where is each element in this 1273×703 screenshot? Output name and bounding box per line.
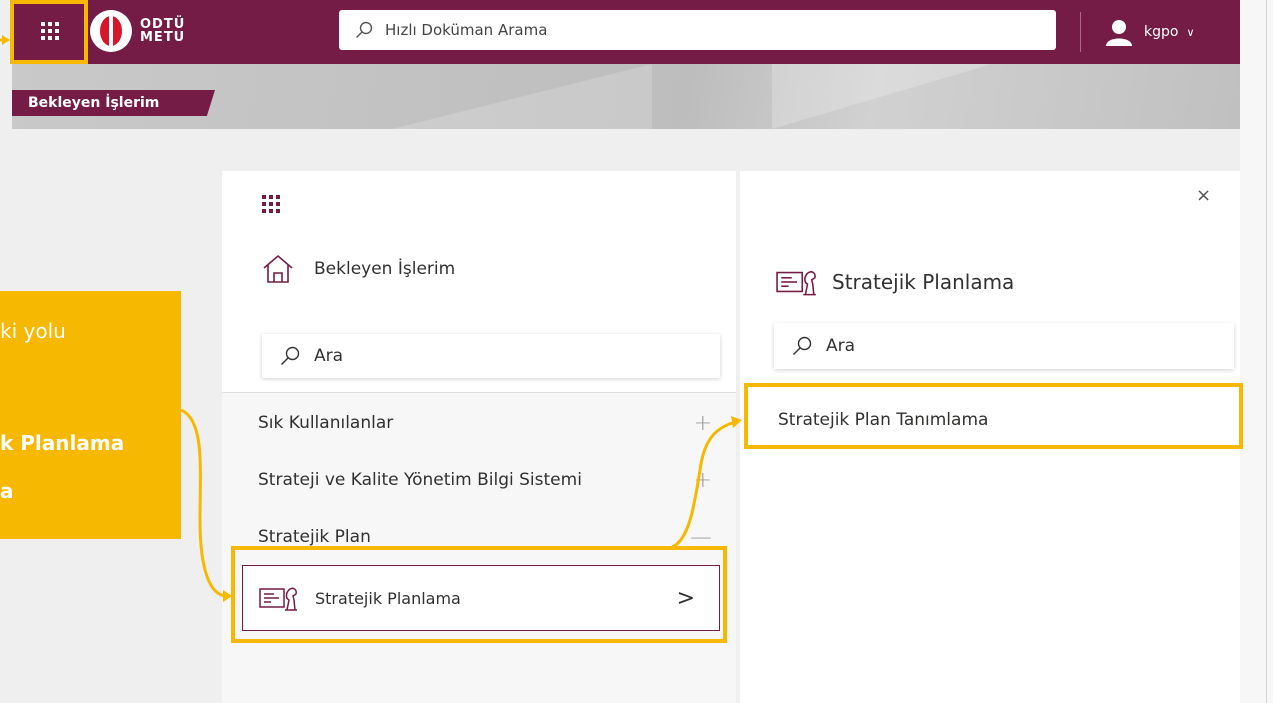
logo-emblem-icon [90,10,132,52]
banner-decoration [392,64,652,129]
user-menu[interactable]: kgpo ∨ [1104,16,1195,48]
waffle-icon[interactable] [262,195,280,213]
menu-search-box[interactable] [262,334,720,378]
top-bar: ODTÜ METU kgpo ∨ [12,0,1240,64]
submenu-search-input[interactable] [826,336,1206,356]
header-divider [1080,12,1081,52]
app-launcher-button[interactable] [12,0,87,62]
metu-logo[interactable]: ODTÜ METU [90,10,185,52]
waffle-icon [40,22,59,40]
collapse-minus-icon[interactable]: — [690,525,712,550]
menu-item-strategic-plan[interactable]: Stratejik Plan — [258,517,712,557]
menu-item-label: Stratejik Plan [258,527,371,547]
submenu-search-box[interactable] [774,323,1234,369]
user-icon [1106,20,1132,46]
arrowhead-icon [2,35,10,45]
banner-decoration [772,64,992,129]
callout-text-line: k Planlama [0,431,125,455]
submenu-panel: × Stratejik Planlama Stratejik Plan Tanı… [740,171,1240,703]
menu-item-label: Strateji ve Kalite Yönetim Bilgi Sistemi [258,470,582,490]
expand-plus-icon[interactable]: + [694,411,712,436]
home-icon [263,254,293,283]
close-icon[interactable]: × [1196,185,1211,206]
callout-text-line: a [0,479,14,503]
search-icon [281,346,300,365]
submenu-title-label: Stratejik Planlama [832,270,1015,294]
document-search-box[interactable] [339,10,1056,50]
right-edge-divider [1266,0,1267,703]
submenu-item-strategic-plan-definition[interactable]: Stratejik Plan Tanımlama [752,391,1232,449]
home-link-label: Bekleyen İşlerim [314,259,456,279]
chevron-right-icon: > [676,585,695,611]
right-edge-background [1240,0,1273,703]
callout-text-line: ki yolu [0,319,66,343]
navigation-panel: Bekleyen İşlerim Sık Kullanılanlar + Str… [222,171,736,703]
page-title-tab: Bekleyen İşlerim [12,90,215,116]
menu-item-strategic-planning[interactable]: Stratejik Planlama > [242,565,720,631]
search-icon [356,21,373,38]
search-icon [793,336,812,355]
home-link[interactable]: Bekleyen İşlerim [262,253,455,285]
menu-item-favorites[interactable]: Sık Kullanılanlar + [258,403,712,443]
chevron-down-icon: ∨ [1186,25,1195,39]
expand-plus-icon[interactable]: + [694,468,712,493]
strategic-planning-icon [259,587,297,611]
arrow-to-strategic-planning [180,408,227,598]
submenu-title: Stratejik Planlama [776,267,1014,297]
menu-search-input[interactable] [314,346,694,366]
menu-item-strategy-quality-system[interactable]: Strateji ve Kalite Yönetim Bilgi Sistemi… [258,460,712,500]
user-name: kgpo [1144,24,1179,40]
logo-text: ODTÜ METU [140,18,185,44]
document-search-input[interactable] [385,21,1025,39]
instruction-callout: ki yolu k Planlama a [0,291,181,539]
logo-line-metu: METU [140,30,186,45]
menu-item-label: Sık Kullanılanlar [258,413,394,433]
submenu-item-label: Stratejik Plan Tanımlama [778,410,989,430]
page-banner: Bekleyen İşlerim [12,64,1240,129]
menu-item-label: Stratejik Planlama [315,588,461,608]
strategic-planning-icon [776,271,816,296]
